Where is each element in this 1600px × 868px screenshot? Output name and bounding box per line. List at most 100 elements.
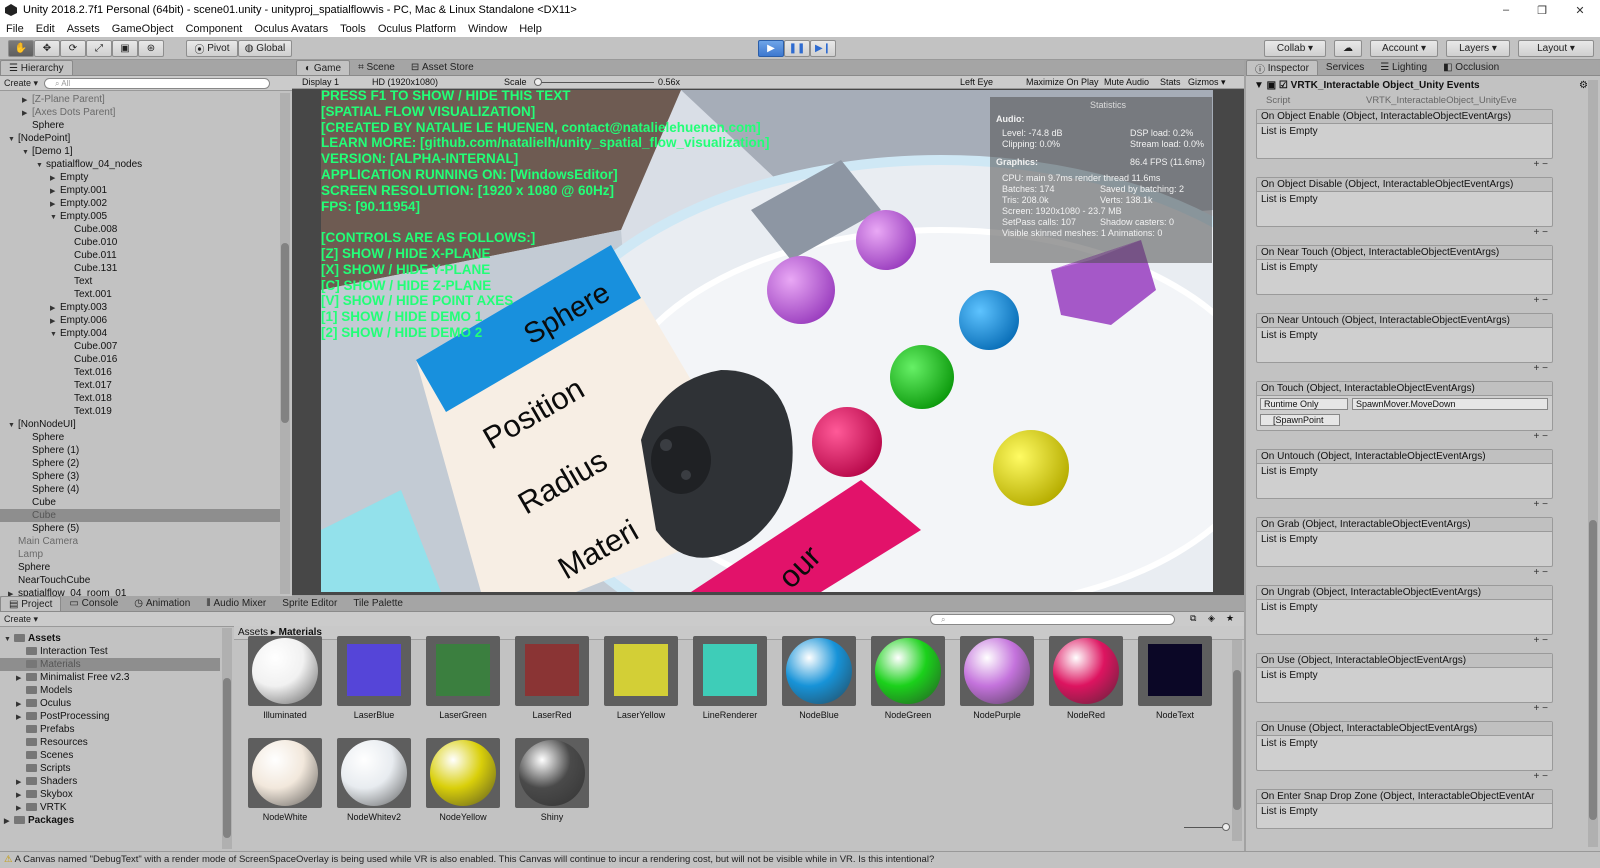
material-asset[interactable]: LaserRed xyxy=(513,636,591,736)
menu-file[interactable]: File xyxy=(6,23,24,35)
hierarchy-item[interactable]: ▼ [NodePoint] xyxy=(0,132,280,145)
hierarchy-scroll-thumb[interactable] xyxy=(281,243,289,423)
object-field[interactable]: [SpawnPoint xyxy=(1260,414,1340,426)
hierarchy-create-dropdown[interactable]: Create ▾ xyxy=(4,78,38,89)
folder-tree-item[interactable]: Prefabs xyxy=(0,723,220,736)
resolution-dropdown[interactable]: HD (1920x1080) xyxy=(372,76,438,88)
folder-tree-item[interactable]: ▶ Skybox xyxy=(0,788,220,801)
menu-tools[interactable]: Tools xyxy=(340,23,366,35)
hierarchy-item[interactable]: Sphere (1) xyxy=(0,444,280,457)
material-asset[interactable]: NodeText xyxy=(1136,636,1214,736)
component-header[interactable]: ▼ ▣ ☑ VRTK_Interactable Object_Unity Eve… xyxy=(1254,80,1554,93)
add-remove-listener-icon[interactable]: + − xyxy=(1534,159,1548,170)
status-bar[interactable]: ⚠ A Canvas named "DebugText" with a rend… xyxy=(0,851,1600,868)
hierarchy-item[interactable]: Cube.010 xyxy=(0,236,280,249)
close-button[interactable]: ✕ xyxy=(1562,0,1598,20)
material-asset[interactable]: Illuminated xyxy=(246,636,324,736)
hierarchy-item[interactable]: Cube.016 xyxy=(0,353,280,366)
move-tool-button[interactable]: ✥ xyxy=(34,40,60,57)
tab-inspector[interactable]: ⓘ Inspector xyxy=(1246,60,1318,76)
tab-services[interactable]: Services xyxy=(1318,60,1372,75)
asset-grid-scrollbar[interactable] xyxy=(1232,640,1242,841)
hierarchy-item[interactable]: ▶ [Axes Dots Parent] xyxy=(0,106,280,119)
expand-arrow-icon[interactable]: ▶ xyxy=(4,815,14,828)
material-asset[interactable]: LaserBlue xyxy=(335,636,413,736)
folder-tree-item[interactable]: ▼ Assets xyxy=(0,632,220,645)
mute-audio-toggle[interactable]: Mute Audio xyxy=(1104,76,1149,88)
play-button[interactable]: ▶ xyxy=(758,40,784,57)
collab-dropdown[interactable]: Collab ▾ xyxy=(1264,40,1326,57)
cloud-button[interactable]: ☁ xyxy=(1334,40,1362,57)
script-field[interactable]: VRTK_InteractableObject_UnityEve xyxy=(1366,95,1551,106)
folder-tree-item[interactable]: Materials xyxy=(0,658,220,671)
menu-oculus-platform[interactable]: Oculus Platform xyxy=(378,23,456,35)
thumbnail-size-slider[interactable] xyxy=(1184,823,1230,831)
folder-tree-item[interactable]: ▶ Packages xyxy=(0,814,220,827)
tab-audio-mixer[interactable]: ⦀ Audio Mixer xyxy=(198,596,274,611)
material-asset[interactable]: NodeBlue xyxy=(780,636,858,736)
project-tree-scroll-thumb[interactable] xyxy=(223,678,231,838)
menu-gameobject[interactable]: GameObject xyxy=(112,23,174,35)
rotate-tool-button[interactable]: ⟳ xyxy=(60,40,86,57)
add-remove-listener-icon[interactable]: + − xyxy=(1534,567,1548,578)
hierarchy-item[interactable]: ▶ Empty.002 xyxy=(0,197,280,210)
left-eye-dropdown[interactable]: Left Eye xyxy=(960,76,993,88)
gizmos-dropdown[interactable]: Gizmos ▾ xyxy=(1188,76,1226,88)
hierarchy-item[interactable]: ▶ spatialflow_04_room_01 xyxy=(0,587,280,596)
hierarchy-item[interactable]: Text xyxy=(0,275,280,288)
menu-assets[interactable]: Assets xyxy=(67,23,100,35)
folder-tree-item[interactable]: Resources xyxy=(0,736,220,749)
project-create-dropdown[interactable]: Create ▾ xyxy=(4,614,38,625)
folder-tree-item[interactable]: Scenes xyxy=(0,749,220,762)
material-asset[interactable]: NodeWhitev2 xyxy=(335,738,413,838)
folder-tree-item[interactable]: ▶ Oculus xyxy=(0,697,220,710)
hierarchy-item[interactable]: ▶ Empty.006 xyxy=(0,314,280,327)
scale-slider[interactable] xyxy=(534,78,654,86)
stats-toggle[interactable]: Stats xyxy=(1160,76,1181,88)
display-dropdown[interactable]: Display 1 xyxy=(302,76,339,88)
tab-game[interactable]: ◐ Game xyxy=(296,60,351,75)
filter-type-icon[interactable]: ⧉ xyxy=(1190,613,1196,624)
material-asset[interactable]: NodeGreen xyxy=(869,636,947,736)
hierarchy-item[interactable]: Text.017 xyxy=(0,379,280,392)
folder-tree-item[interactable]: Interaction Test xyxy=(0,645,220,658)
hierarchy-item[interactable]: Sphere (5) xyxy=(0,522,280,535)
folder-tree-item[interactable]: ▶ PostProcessing xyxy=(0,710,220,723)
menu-oculus-avatars[interactable]: Oculus Avatars xyxy=(254,23,328,35)
hierarchy-item[interactable]: ▶ Empty.003 xyxy=(0,301,280,314)
hierarchy-item[interactable]: Cube.008 xyxy=(0,223,280,236)
tab-tile-palette[interactable]: Tile Palette xyxy=(345,596,411,611)
material-asset[interactable]: Shiny xyxy=(513,738,591,838)
hand-tool-button[interactable]: ✋ xyxy=(8,40,34,57)
menu-window[interactable]: Window xyxy=(468,23,507,35)
tab-console[interactable]: ▭ Console xyxy=(61,596,126,611)
tab-lighting[interactable]: ☰ Lighting xyxy=(1372,60,1435,75)
hierarchy-item[interactable]: Lamp xyxy=(0,548,280,561)
component-settings-icon[interactable]: ⚙ xyxy=(1579,80,1588,91)
material-asset[interactable]: LaserGreen xyxy=(424,636,502,736)
add-remove-listener-icon[interactable]: + − xyxy=(1534,771,1548,782)
hierarchy-item[interactable]: ▼ [Demo 1] xyxy=(0,145,280,158)
restore-button[interactable]: ❐ xyxy=(1524,0,1560,20)
add-remove-listener-icon[interactable]: + − xyxy=(1534,635,1548,646)
inspector-scrollbar[interactable] xyxy=(1588,80,1598,847)
hierarchy-item[interactable]: ▼ [NonNodeUI] xyxy=(0,418,280,431)
tab-asset-store[interactable]: ⊟ Asset Store xyxy=(403,60,482,75)
filter-label-icon[interactable]: ◈ xyxy=(1208,613,1215,624)
folder-tree-item[interactable]: ▶ VRTK xyxy=(0,801,220,814)
folder-tree-item[interactable]: ▶ Shaders xyxy=(0,775,220,788)
hierarchy-item[interactable]: Text.019 xyxy=(0,405,280,418)
hierarchy-item[interactable]: Cube.007 xyxy=(0,340,280,353)
layout-dropdown[interactable]: Layout ▾ xyxy=(1518,40,1594,57)
material-asset[interactable]: LaserYellow xyxy=(602,636,680,736)
folder-tree-item[interactable]: ▶ Minimalist Free v2.3 xyxy=(0,671,220,684)
layers-dropdown[interactable]: Layers ▾ xyxy=(1446,40,1510,57)
add-remove-listener-icon[interactable]: + − xyxy=(1534,295,1548,306)
method-dropdown[interactable]: SpawnMover.MoveDown xyxy=(1352,398,1548,410)
tab-occlusion[interactable]: ◧ Occlusion xyxy=(1435,60,1507,75)
hierarchy-item[interactable]: ▼ Empty.004 xyxy=(0,327,280,340)
inspector-scroll-thumb[interactable] xyxy=(1589,520,1597,820)
transform-tool-button[interactable]: ⊛ xyxy=(138,40,164,57)
runtime-dropdown[interactable]: Runtime Only xyxy=(1260,398,1348,410)
material-asset[interactable]: NodeWhite xyxy=(246,738,324,838)
